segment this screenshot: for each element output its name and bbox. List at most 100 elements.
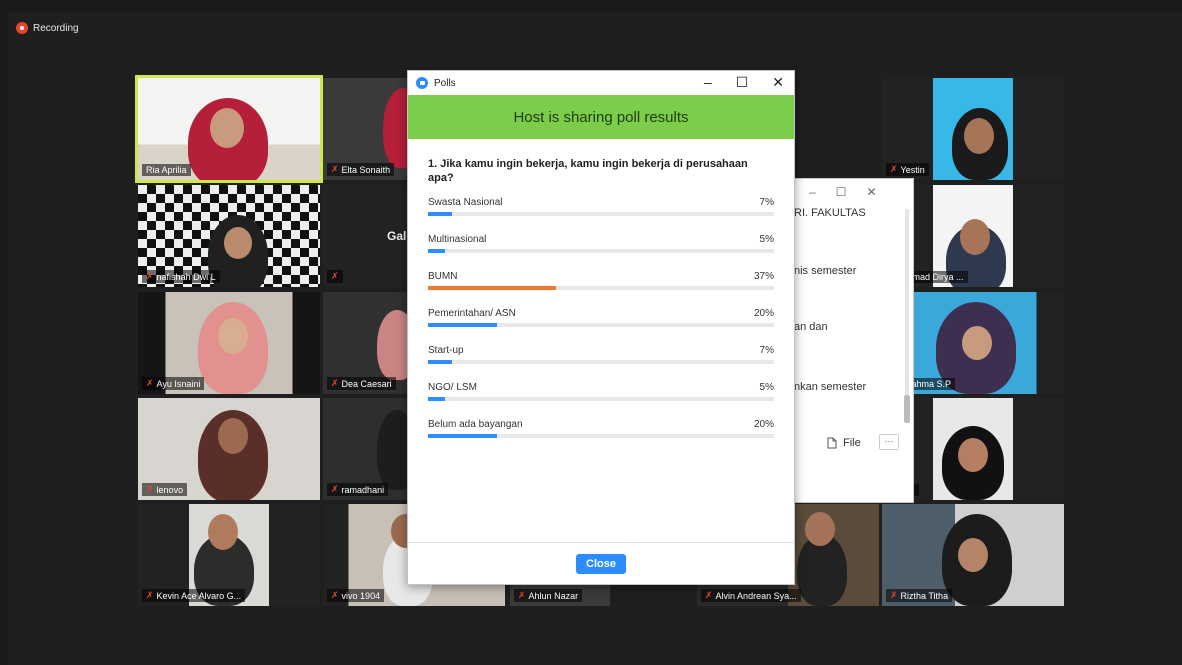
record-icon bbox=[16, 22, 28, 34]
chat-window[interactable]: – ☐ ✕ RI. FAKULTAS nis semester an dan n… bbox=[790, 178, 914, 503]
poll-option-label: BUMN bbox=[428, 271, 458, 282]
recording-indicator: Recording bbox=[16, 22, 79, 34]
participant-name: ✗ bbox=[327, 270, 343, 283]
poll-option: NGO/ LSM 5% bbox=[428, 382, 774, 419]
file-button[interactable]: File bbox=[827, 437, 861, 449]
chat-line: an dan bbox=[794, 321, 828, 333]
video-tile[interactable]: ✗ Riztha Titha bbox=[882, 504, 1064, 606]
mic-muted-icon: ✗ bbox=[146, 378, 154, 388]
participant-name: ✗ Ayu Isnaini bbox=[142, 377, 205, 390]
chat-scrollbar-track bbox=[905, 209, 909, 409]
poll-option: BUMN 37% bbox=[428, 271, 774, 308]
participant-name: ✗ Alvin Andrean Sya... bbox=[701, 589, 801, 602]
poll-option-percent: 20% bbox=[753, 308, 774, 319]
participant-name: ✗ ramadhani bbox=[327, 483, 389, 496]
poll-option: Start-up 7% bbox=[428, 345, 774, 382]
poll-option-percent: 37% bbox=[753, 271, 774, 282]
file-icon bbox=[827, 437, 837, 449]
poll-bar-track bbox=[428, 434, 774, 438]
poll-option-label: Swasta Nasional bbox=[428, 197, 503, 208]
mic-muted-icon: ✗ bbox=[331, 164, 339, 174]
poll-option-label: Belum ada bayangan bbox=[428, 419, 523, 430]
participant-name: ✗ Yestin bbox=[886, 163, 929, 176]
video-tile[interactable]: ✗ Ayu Isnaini bbox=[138, 292, 320, 394]
poll-option-label: Multinasional bbox=[428, 234, 487, 245]
video-tile[interactable]: ✗ nafishah Dwi L bbox=[138, 185, 320, 287]
mic-muted-icon: ✗ bbox=[331, 271, 339, 281]
close-icon[interactable]: ✕ bbox=[772, 74, 784, 91]
poll-bar-fill bbox=[428, 323, 498, 327]
poll-question: 1. Jika kamu ingin bekerja, kamu ingin b… bbox=[428, 158, 748, 184]
chat-line: nkan semester bbox=[794, 381, 867, 393]
poll-header: Host is sharing poll results bbox=[408, 95, 794, 139]
chat-line: nis semester bbox=[794, 265, 857, 277]
participant-name: ✗ Riztha Titha bbox=[886, 589, 953, 602]
participant-name: ✗ Ahlun Nazar bbox=[514, 589, 583, 602]
poll-option-percent: 7% bbox=[759, 345, 774, 356]
close-icon[interactable]: ✕ bbox=[866, 185, 876, 199]
poll-option-label: Start-up bbox=[428, 345, 464, 356]
file-label: File bbox=[843, 437, 861, 449]
poll-option: Pemerintahan/ ASN 20% bbox=[428, 308, 774, 345]
poll-bar-fill bbox=[428, 434, 498, 438]
poll-bar-track bbox=[428, 323, 774, 327]
poll-bar-fill bbox=[428, 249, 446, 253]
minimize-icon[interactable]: – bbox=[809, 185, 816, 199]
participant-name: ✗ Elta Sonaith bbox=[327, 163, 395, 176]
poll-option: Swasta Nasional 7% bbox=[428, 197, 774, 234]
polls-window-title: Polls bbox=[434, 77, 456, 89]
poll-bar-track bbox=[428, 249, 774, 253]
mic-muted-icon: ✗ bbox=[331, 484, 339, 494]
mic-muted-icon: ✗ bbox=[890, 590, 898, 600]
video-tile[interactable]: Ria Aprilia bbox=[135, 75, 323, 183]
more-options-button[interactable]: ··· bbox=[879, 434, 899, 450]
participant-name: ✗ Kevin Ace Alvaro G... bbox=[142, 589, 246, 602]
poll-option-percent: 5% bbox=[759, 234, 774, 245]
poll-bar-track bbox=[428, 212, 774, 216]
mic-muted-icon: ✗ bbox=[518, 590, 526, 600]
maximize-icon[interactable]: ☐ bbox=[836, 185, 847, 199]
mic-muted-icon: ✗ bbox=[705, 590, 713, 600]
poll-bar-fill bbox=[428, 212, 453, 216]
poll-footer: Close bbox=[408, 542, 794, 584]
poll-bar-track bbox=[428, 360, 774, 364]
poll-bar-fill bbox=[428, 397, 446, 401]
poll-option-percent: 7% bbox=[759, 197, 774, 208]
participant-name: ✗ nafishah Dwi L bbox=[142, 270, 220, 283]
mic-muted-icon: ✗ bbox=[146, 590, 154, 600]
poll-option: Belum ada bayangan 20% bbox=[428, 419, 774, 456]
polls-titlebar: Polls – ☐ ✕ bbox=[408, 71, 794, 95]
participant-name: ✗ vivo 1904 bbox=[327, 589, 385, 602]
video-tile[interactable]: ✗ Yestin bbox=[882, 78, 1064, 180]
poll-option: Multinasional 5% bbox=[428, 234, 774, 271]
mic-muted-icon: ✗ bbox=[890, 164, 898, 174]
mic-muted-icon: ✗ bbox=[146, 271, 154, 281]
poll-option-label: Pemerintahan/ ASN bbox=[428, 308, 516, 319]
poll-options: Swasta Nasional 7% Multinasional 5% BUMN… bbox=[408, 197, 794, 456]
mic-muted-icon: ✗ bbox=[331, 378, 339, 388]
poll-option-label: NGO/ LSM bbox=[428, 382, 477, 393]
chat-scrollbar-thumb[interactable] bbox=[904, 395, 910, 423]
participant-name: Ria Aprilia bbox=[142, 164, 191, 176]
poll-option-percent: 5% bbox=[759, 382, 774, 393]
zoom-logo-icon bbox=[416, 77, 428, 89]
window-controls: – ☐ ✕ bbox=[704, 74, 784, 91]
window-controls: – ☐ ✕ bbox=[809, 185, 877, 199]
poll-bar-track bbox=[428, 286, 774, 290]
poll-option-percent: 20% bbox=[753, 419, 774, 430]
participant-name-center: Gal bbox=[387, 229, 407, 243]
maximize-icon[interactable]: ☐ bbox=[736, 74, 749, 91]
minimize-icon[interactable]: – bbox=[704, 74, 712, 91]
participant-name: ✗ lenovo bbox=[142, 483, 188, 496]
video-tile[interactable]: ✗ lenovo bbox=[138, 398, 320, 500]
mic-muted-icon: ✗ bbox=[146, 484, 154, 494]
poll-bar-fill bbox=[428, 286, 557, 290]
close-button[interactable]: Close bbox=[576, 553, 626, 574]
chat-line: RI. FAKULTAS bbox=[794, 207, 866, 219]
video-tile[interactable]: ✗ Kevin Ace Alvaro G... bbox=[138, 504, 320, 606]
participant-name: ✗ Dea Caesari bbox=[327, 377, 396, 390]
mic-muted-icon: ✗ bbox=[331, 590, 339, 600]
poll-bar-track bbox=[428, 397, 774, 401]
poll-bar-fill bbox=[428, 360, 453, 364]
polls-window[interactable]: Polls – ☐ ✕ Host is sharing poll results… bbox=[407, 70, 795, 585]
